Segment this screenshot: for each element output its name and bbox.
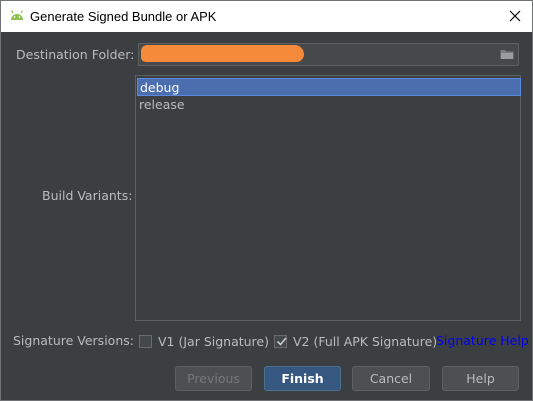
signature-help-link[interactable]: Signature Help — [436, 333, 529, 348]
folder-icon[interactable] — [500, 48, 514, 60]
title-bar: Generate Signed Bundle or APK — [1, 1, 532, 32]
close-button[interactable] — [498, 1, 532, 32]
dialog-window: Generate Signed Bundle or APK Destinatio… — [0, 0, 533, 401]
v2-checkbox[interactable] — [274, 334, 287, 348]
close-icon — [509, 10, 521, 22]
previous-button[interactable]: Previous — [175, 366, 252, 391]
variant-item-debug[interactable]: debug — [137, 78, 521, 96]
v1-checkbox[interactable] — [139, 334, 152, 348]
android-icon — [10, 10, 24, 20]
v2-label: V2 (Full APK Signature) — [293, 333, 438, 349]
finish-button[interactable]: Finish — [264, 366, 341, 391]
destination-folder-label: Destination Folder: — [16, 47, 135, 62]
v1-signature-option[interactable]: V1 (Jar Signature) — [139, 332, 269, 350]
build-variants-list[interactable]: debug release — [135, 75, 521, 321]
window-title: Generate Signed Bundle or APK — [30, 9, 217, 24]
signature-versions-label: Signature Versions: — [13, 333, 134, 348]
variant-item-release[interactable]: release — [137, 96, 521, 114]
build-variants-label: Build Variants: — [42, 188, 133, 203]
destination-folder-field[interactable] — [138, 43, 519, 66]
redacted-path — [141, 45, 304, 62]
v2-signature-option[interactable]: V2 (Full APK Signature) — [274, 332, 437, 350]
v1-label: V1 (Jar Signature) — [158, 333, 269, 349]
cancel-button[interactable]: Cancel — [352, 366, 430, 391]
checkmark-icon — [276, 336, 287, 346]
help-button[interactable]: Help — [442, 366, 519, 391]
